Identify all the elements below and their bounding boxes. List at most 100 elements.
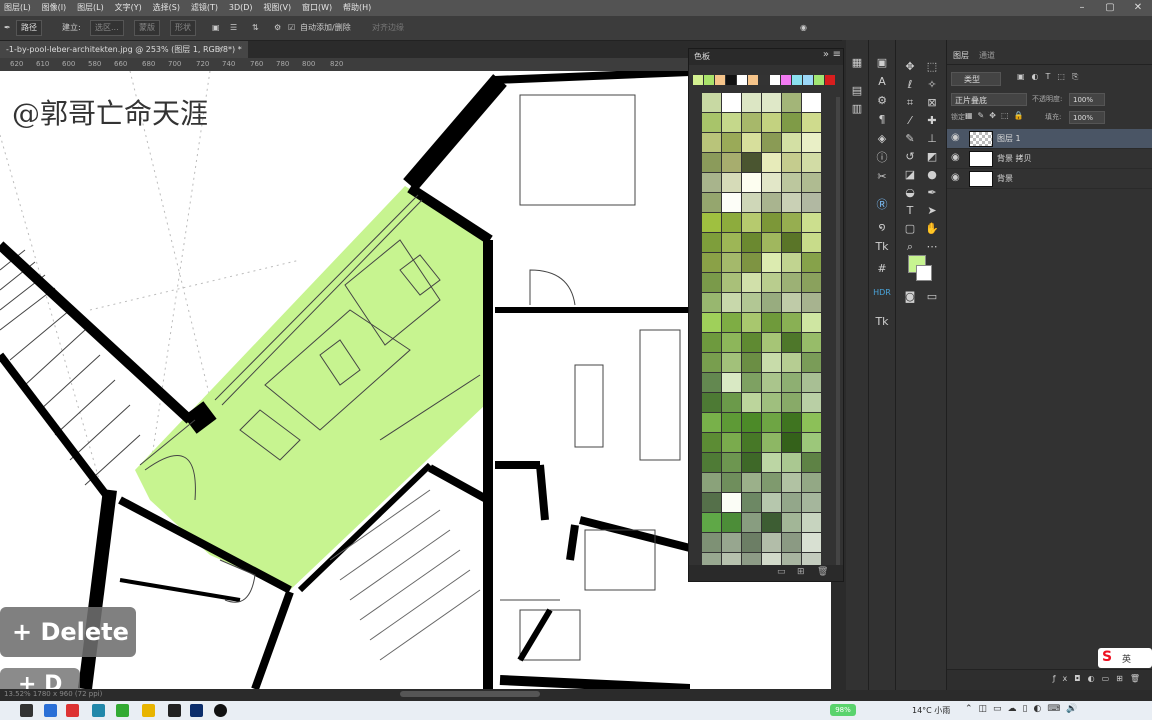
color-swatch[interactable] [762,513,781,532]
hdr-icon[interactable]: HDR [872,286,892,300]
folder-icon[interactable] [142,704,155,717]
color-swatch[interactable] [702,353,721,372]
color-swatch[interactable] [702,293,721,312]
recent-swatch[interactable] [792,75,802,85]
color-swatch[interactable] [702,233,721,252]
magic-wand-icon[interactable]: ✧ [922,78,942,92]
eye-share-icon[interactable]: ◉ [800,21,807,35]
color-swatch[interactable] [702,253,721,272]
color-swatch[interactable] [802,493,821,512]
move-tool-icon[interactable]: ✥ [900,60,920,74]
color-swatch[interactable] [762,193,781,212]
color-swatch[interactable] [802,533,821,552]
color-swatch[interactable] [742,533,761,552]
color-swatch[interactable] [802,413,821,432]
color-swatch[interactable] [782,313,801,332]
healing-brush-icon[interactable]: ✚ [922,114,942,128]
recent-swatch[interactable] [726,75,736,85]
color-swatch[interactable] [722,293,741,312]
color-swatch[interactable] [722,113,741,132]
color-swatch[interactable] [802,373,821,392]
cube-icon[interactable]: ◈ [872,132,892,146]
app-icon[interactable] [44,704,57,717]
color-swatch[interactable] [802,513,821,532]
photoshop-icon[interactable] [190,704,203,717]
color-swatch[interactable] [742,333,761,352]
color-swatch[interactable] [782,293,801,312]
color-swatch[interactable] [722,173,741,192]
color-swatch[interactable] [782,353,801,372]
color-swatch[interactable] [702,533,721,552]
color-swatch[interactable] [782,373,801,392]
menu-item-filter[interactable]: 滤镜(T) [187,0,222,16]
start-icon[interactable] [20,704,33,717]
recent-swatch[interactable] [770,75,780,85]
align-edges-option[interactable]: 对齐边缘 [372,21,404,35]
color-swatch[interactable] [782,433,801,452]
lasso-tool-icon[interactable]: ℓ [900,78,920,92]
color-swatch[interactable] [762,373,781,392]
color-swatch[interactable] [742,413,761,432]
color-swatch[interactable] [722,233,741,252]
eye-icon[interactable]: ◉ [951,172,960,183]
swatches-scrollbar[interactable] [836,97,840,577]
path-ops-icon[interactable]: ▣ [212,21,220,35]
color-swatch[interactable] [762,413,781,432]
color-swatch[interactable] [702,433,721,452]
color-swatch[interactable] [722,153,741,172]
color-swatch[interactable] [702,493,721,512]
menu-item-help[interactable]: 帮助(H) [339,0,375,16]
color-swatch[interactable] [782,113,801,132]
color-swatch[interactable] [742,273,761,292]
lock-icons[interactable]: ▦✎✥⬚🔒 [965,111,1028,120]
color-swatch[interactable] [762,273,781,292]
color-swatch[interactable] [782,173,801,192]
history-icon[interactable]: ▣ [872,56,892,70]
recent-swatch[interactable] [814,75,824,85]
chrome-icon[interactable] [116,704,129,717]
recent-swatch[interactable] [704,75,714,85]
color-swatch[interactable] [742,193,761,212]
color-swatch[interactable] [762,313,781,332]
recent-swatch[interactable] [781,75,791,85]
color-swatch[interactable] [702,173,721,192]
color-swatch[interactable] [742,433,761,452]
close-tab-icon[interactable]: × [217,44,224,53]
color-swatch[interactable] [742,113,761,132]
color-swatch[interactable] [702,113,721,132]
history-brush-icon[interactable]: ↺ [900,150,920,164]
color-swatch[interactable] [762,473,781,492]
color-swatch[interactable] [762,173,781,192]
color-swatch[interactable] [782,253,801,272]
color-swatch[interactable] [722,333,741,352]
tab-channels[interactable]: 通道 [979,50,995,61]
horizontal-scrollbar[interactable] [400,691,540,697]
color-swatch[interactable] [802,253,821,272]
color-swatch[interactable] [722,513,741,532]
color-swatch[interactable] [782,533,801,552]
app-icon[interactable] [66,704,79,717]
color-swatch[interactable] [762,453,781,472]
color-swatch[interactable] [762,293,781,312]
quick-mask-icon[interactable]: ◙ [900,290,920,304]
libraries-icon[interactable]: ▤ [847,84,867,98]
menu-item-window[interactable]: 窗口(W) [298,0,336,16]
color-swatch[interactable] [702,273,721,292]
color-swatch[interactable] [762,133,781,152]
color-swatch[interactable] [702,133,721,152]
color-swatch[interactable] [802,353,821,372]
shape-button[interactable]: 形状 [170,20,196,36]
pen-tool-icon[interactable]: ✒ [4,21,11,35]
tab-layers[interactable]: 图层 [953,50,969,61]
eraser-icon[interactable]: ◩ [922,150,942,164]
background-color-swatch[interactable] [916,265,932,281]
color-swatch[interactable] [702,453,721,472]
path-select-icon[interactable]: ➤ [922,204,942,218]
hand-tool-icon[interactable]: ✋ [922,222,942,236]
color-swatch[interactable] [802,153,821,172]
selection-button[interactable]: 选区... [90,20,124,36]
marquee-tool-icon[interactable]: ⬚ [922,60,942,74]
bucket-icon[interactable]: ◪ [900,168,920,182]
color-swatch[interactable] [702,193,721,212]
color-swatch[interactable] [702,333,721,352]
